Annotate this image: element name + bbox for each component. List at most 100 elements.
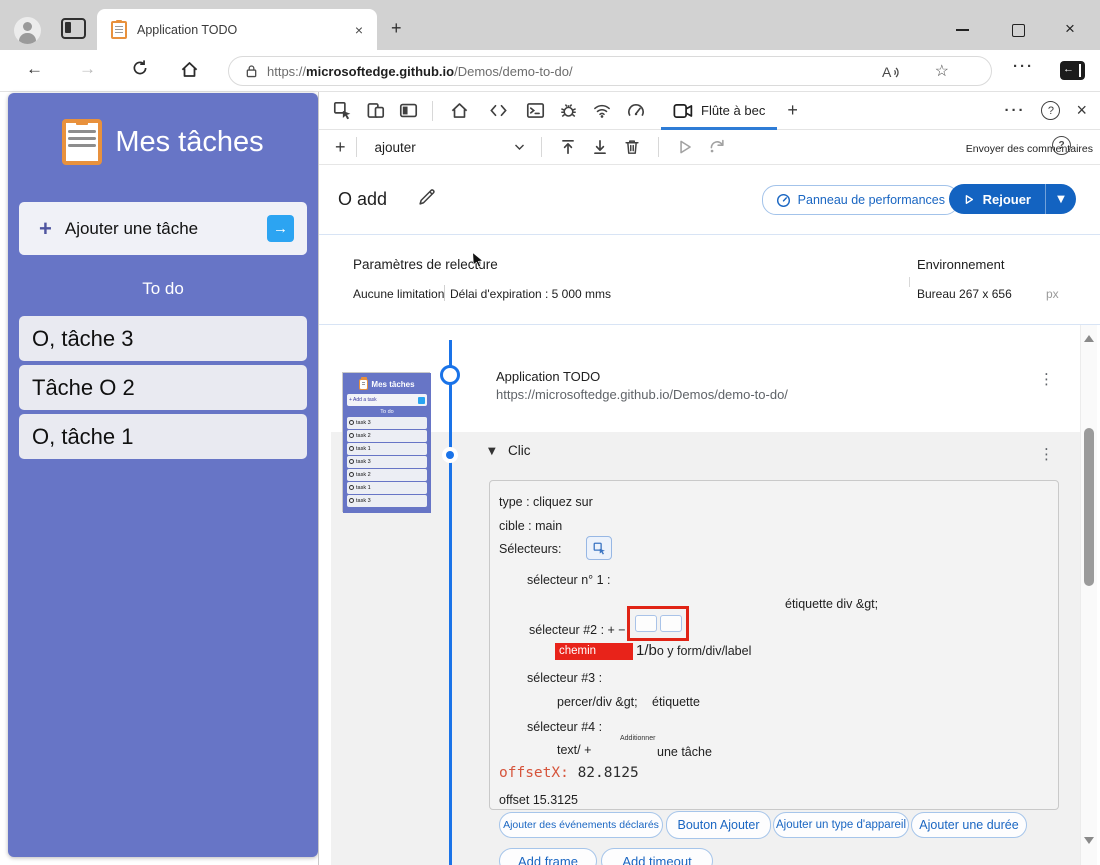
edit-pencil-icon[interactable] — [417, 187, 437, 207]
selector2-chip: chemin — [555, 643, 633, 660]
delete-icon[interactable] — [623, 138, 641, 156]
new-tab-icon[interactable]: + — [391, 18, 402, 39]
play-icon — [676, 138, 694, 156]
selector3-value1: percer/div &gt; — [557, 695, 638, 709]
browser-tab[interactable]: Application TODO × — [97, 9, 377, 50]
selector4-value2: une tâche — [657, 745, 712, 759]
add-duration-button[interactable]: Ajouter une durée — [911, 812, 1027, 838]
selector2-field[interactable] — [660, 615, 682, 632]
replay-settings: Paramètres de relecture Aucune limitatio… — [319, 235, 1100, 325]
export-icon[interactable] — [591, 138, 609, 156]
profile-avatar-icon[interactable] — [14, 17, 41, 44]
feedback-help-icon[interactable]: ? — [1052, 136, 1071, 155]
address-bar[interactable]: https://microsoftedge.github.io/Demos/de… — [228, 56, 992, 86]
feedback-label: Envoyer des commentaires — [966, 143, 1093, 155]
selectors-inspect-icon[interactable] — [586, 536, 612, 560]
tab-recorder[interactable]: Flûte à bec — [661, 92, 777, 130]
favorite-star-icon[interactable]: ☆ — [935, 61, 949, 81]
minimize-icon[interactable] — [956, 29, 969, 31]
tab-close-icon[interactable]: × — [355, 22, 363, 38]
inspect-icon[interactable] — [333, 101, 352, 120]
lock-icon[interactable] — [245, 64, 258, 78]
perf-gauge-icon — [776, 193, 791, 208]
devtools-help-icon[interactable]: ? — [1041, 101, 1060, 120]
tab-title: Application TODO — [137, 23, 355, 37]
feedback-area[interactable]: Envoyer des commentaires ? — [945, 134, 1095, 160]
welcome-home-icon[interactable] — [450, 101, 469, 120]
todo-app-header: Mes tâches — [8, 119, 318, 165]
browser-titlebar: Application TODO × + × — [0, 0, 1100, 50]
timeline-node-click[interactable] — [442, 447, 458, 463]
offsety-row: offset 15.3125 — [499, 793, 578, 807]
recording-select[interactable]: ajouter — [367, 140, 531, 155]
browser-window: Application TODO × + × ← → https://micro… — [0, 0, 1100, 865]
dock-panel-icon[interactable] — [399, 101, 418, 120]
scrollbar-up-icon[interactable] — [1084, 335, 1094, 342]
add-tab-icon[interactable]: + — [787, 100, 798, 121]
add-recording-icon[interactable]: + — [335, 137, 346, 158]
add-frame-button[interactable]: Add frame — [499, 848, 597, 865]
home-icon[interactable] — [180, 60, 199, 79]
selector2-highlight-box — [627, 606, 689, 641]
device-emulation-icon[interactable] — [366, 101, 385, 120]
source-code-icon[interactable] — [488, 101, 509, 120]
selector2-field[interactable] — [635, 615, 657, 632]
timeline-line — [449, 340, 452, 865]
collapse-triangle-icon[interactable]: ▼ — [488, 446, 496, 457]
timeout-value[interactable]: Délai d'expiration : 5 000 mms — [450, 287, 611, 301]
selector1-label: sélecteur n° 1 : — [527, 573, 611, 587]
selector4-sup: Additionner — [620, 735, 655, 742]
thumb-title: Mes tâches — [371, 380, 414, 389]
selector2-value: 1/bo y form/div/label — [636, 642, 751, 659]
step-page-url[interactable]: https://microsoftedge.github.io/Demos/de… — [496, 387, 788, 402]
step-kebab-icon[interactable]: ⋮ — [1039, 445, 1054, 463]
replay-button[interactable]: Rejouer — [949, 184, 1045, 214]
add-timeout-button[interactable]: Add timeout — [601, 848, 713, 865]
devtools-tabbar: Flûte à bec + ··· ? × — [319, 92, 1100, 130]
scrollbar-thumb[interactable] — [1084, 428, 1094, 586]
submit-arrow-icon[interactable]: → — [267, 215, 294, 242]
performance-panel-button[interactable]: Panneau de performances — [762, 185, 959, 215]
timeline-node-navigate[interactable] — [440, 365, 460, 385]
scrollbar-down-icon[interactable] — [1084, 837, 1094, 844]
selector4-label: sélecteur #4 : — [527, 720, 602, 734]
import-icon[interactable] — [559, 138, 577, 156]
more-options-icon[interactable]: ··· — [1013, 58, 1034, 75]
select-chevron-icon — [514, 143, 525, 151]
forward-icon[interactable]: → — [79, 59, 96, 79]
task-item[interactable]: O, tâche 3 — [19, 316, 307, 361]
add-task-button[interactable]: + Ajouter une tâche → — [19, 202, 307, 255]
read-aloud-icon[interactable]: A — [881, 64, 903, 81]
devtools-more-icon[interactable]: ··· — [1004, 102, 1025, 119]
refresh-icon[interactable] — [131, 59, 149, 77]
task-item[interactable]: O, tâche 1 — [19, 414, 307, 459]
network-throttle-value[interactable]: Aucune limitation — [353, 287, 444, 301]
add-device-type-button[interactable]: Ajouter un type d'appareil — [773, 812, 909, 838]
scrollbar-track[interactable] — [1080, 325, 1097, 865]
maximize-icon[interactable] — [1012, 24, 1025, 37]
step-kebab-icon[interactable]: ⋮ — [1039, 370, 1054, 388]
recording-timeline: Mes tâches + Add a task To do task 3 tas… — [319, 325, 1100, 865]
step-details-box: type : cliquez sur cible : main Sélecteu… — [489, 480, 1059, 810]
close-icon[interactable]: × — [1065, 19, 1075, 39]
task-item[interactable]: Tâche O 2 — [19, 365, 307, 410]
console-icon[interactable] — [526, 101, 545, 120]
tab-layout-icon[interactable] — [61, 18, 86, 39]
add-declared-events-button[interactable]: Ajouter des événements déclarés — [499, 812, 663, 838]
environment-value[interactable]: Bureau 267 x 656 — [917, 287, 1012, 301]
replay-caret-icon[interactable]: ▼ — [1045, 184, 1076, 214]
debug-bug-icon[interactable] — [559, 101, 578, 120]
step-screenshot-thumbnail[interactable]: Mes tâches + Add a task To do task 3 tas… — [342, 372, 430, 512]
back-icon[interactable]: ← — [26, 59, 43, 79]
add-button-button[interactable]: Bouton Ajouter — [666, 811, 771, 839]
detail-target: cible : main — [499, 519, 562, 533]
devtools-close-icon[interactable]: × — [1076, 100, 1087, 121]
add-task-plus-icon: + — [39, 216, 52, 242]
detail-type: type : cliquez sur — [499, 495, 593, 509]
network-wifi-icon[interactable] — [592, 101, 612, 120]
performance-gauge-icon[interactable] — [626, 101, 646, 120]
url-text[interactable]: https://microsoftedge.github.io/Demos/de… — [267, 64, 573, 79]
sidebar-panel-icon[interactable]: ← — [1060, 61, 1085, 80]
step-label[interactable]: Clic — [508, 443, 531, 458]
recorder-tab-label: Flûte à bec — [701, 103, 765, 118]
